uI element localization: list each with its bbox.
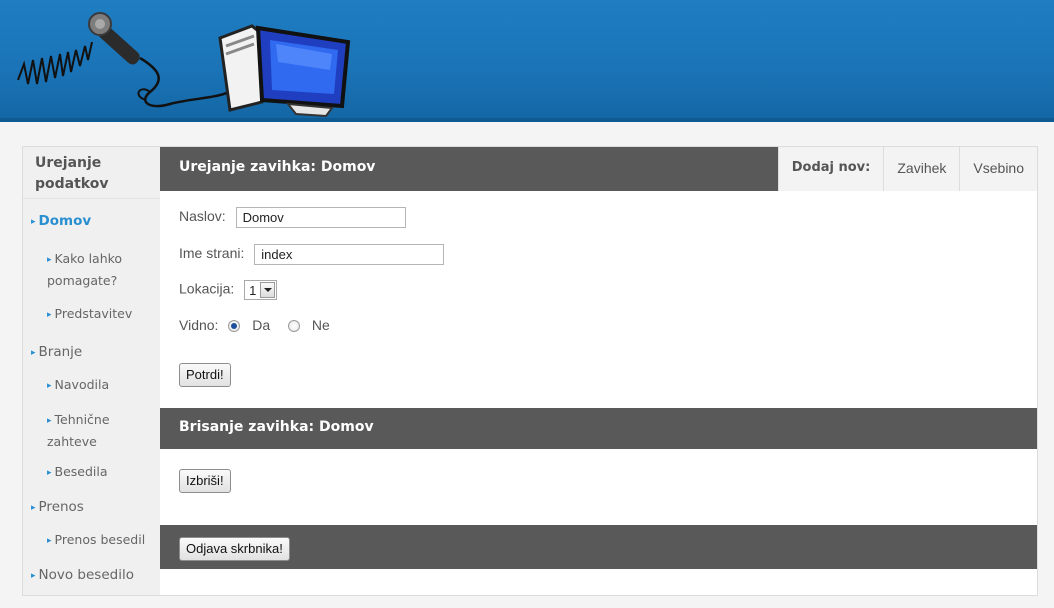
chevron-down-icon bbox=[260, 282, 276, 298]
logout-button[interactable]: Odjava skrbnika! bbox=[179, 537, 290, 561]
site-logo bbox=[17, 12, 351, 118]
computer-icon bbox=[218, 24, 351, 118]
sidebar-item-label: Prenos besedil bbox=[54, 532, 146, 547]
chevron-right-icon: ▸ bbox=[47, 310, 52, 320]
location-select-value: 1 bbox=[249, 282, 257, 298]
chevron-right-icon: ▸ bbox=[47, 416, 52, 426]
delete-button[interactable]: Izbriši! bbox=[179, 469, 231, 493]
sidebar-item-label: Tehnične zahteve bbox=[47, 412, 110, 449]
chevron-right-icon: ▸ bbox=[31, 571, 36, 581]
delete-section-header: Brisanje zavihka: Domov bbox=[160, 408, 1037, 449]
visible-no-label: Ne bbox=[311, 317, 330, 333]
sidebar-item-novo-besedilo[interactable]: ▸ Novo besedilo bbox=[23, 565, 168, 587]
sidebar-item-branje[interactable]: ▸ Branje bbox=[23, 342, 168, 364]
microphone-icon bbox=[88, 12, 242, 108]
sidebar-title: Urejanje podatkov bbox=[23, 147, 160, 199]
title-input[interactable] bbox=[235, 207, 406, 228]
sidebar-item-label: Branje bbox=[38, 344, 83, 360]
chevron-right-icon: ▸ bbox=[47, 468, 52, 478]
chevron-right-icon: ▸ bbox=[47, 536, 52, 546]
page-name-row: Ime strani: bbox=[179, 244, 445, 265]
chevron-right-icon: ▸ bbox=[31, 217, 36, 227]
sidebar-item-label: Domov bbox=[38, 213, 92, 229]
location-select[interactable]: 1 bbox=[244, 280, 278, 300]
chevron-right-icon: ▸ bbox=[47, 255, 52, 265]
visible-row: Vidno: Da Ne bbox=[179, 317, 330, 333]
page-name-label: Ime strani: bbox=[179, 245, 245, 262]
edit-section-title: Urejanje zavihka: Domov bbox=[179, 159, 376, 175]
add-new-tabs: Dodaj nov: Zavihek Vsebino bbox=[777, 147, 1037, 191]
title-row: Naslov: bbox=[179, 207, 406, 228]
sidebar-item-label: Besedila bbox=[54, 464, 108, 479]
edit-section-header: Urejanje zavihka: Domov Dodaj nov: Zavih… bbox=[160, 147, 1037, 191]
sidebar-item-label: Navodila bbox=[54, 377, 110, 392]
sidebar: Urejanje podatkov ▸ Domov ▸ Kako lahko pom… bbox=[23, 147, 160, 595]
chevron-right-icon: ▸ bbox=[47, 381, 52, 391]
admin-panel: Urejanje podatkov ▸ Domov ▸ Kako lahko pom… bbox=[22, 146, 1038, 596]
visible-label: Vidno: bbox=[179, 317, 219, 333]
page-name-input[interactable] bbox=[254, 244, 445, 265]
sidebar-item-label: Predstavitev bbox=[54, 306, 133, 321]
sidebar-item-label: Kako lahko pomagate? bbox=[47, 251, 123, 288]
sidebar-item-label: Novo besedilo bbox=[38, 567, 134, 583]
title-label: Naslov: bbox=[179, 208, 226, 225]
logout-bar bbox=[160, 525, 1037, 569]
visible-yes-radio[interactable] bbox=[228, 320, 241, 333]
main-content: Urejanje zavihka: Domov Dodaj nov: Zavih… bbox=[160, 147, 1037, 595]
sound-wave-icon bbox=[17, 41, 93, 85]
sidebar-item-label: Prenos bbox=[38, 499, 84, 515]
location-label: Lokacija: bbox=[179, 280, 235, 297]
sidebar-item-prenos[interactable]: ▸ Prenos bbox=[23, 497, 168, 519]
location-row: Lokacija: 1 bbox=[179, 280, 278, 300]
visible-no-radio[interactable] bbox=[288, 320, 301, 333]
sidebar-item-domov[interactable]: ▸ Domov bbox=[23, 211, 168, 233]
visible-yes-label: Da bbox=[252, 317, 271, 333]
tab-vsebino[interactable]: Vsebino bbox=[959, 147, 1037, 191]
delete-section-title: Brisanje zavihka: Domov bbox=[179, 419, 374, 435]
add-new-label: Dodaj nov: bbox=[777, 147, 884, 191]
chevron-right-icon: ▸ bbox=[31, 348, 36, 358]
sidebar-item-tehnicne-zahteve[interactable]: ▸ Tehnične zahteve bbox=[23, 410, 157, 451]
header-banner bbox=[0, 0, 1054, 122]
tab-zavihek[interactable]: Zavihek bbox=[883, 147, 960, 191]
submit-button[interactable]: Potrdi! bbox=[179, 363, 231, 387]
chevron-right-icon: ▸ bbox=[31, 503, 36, 513]
